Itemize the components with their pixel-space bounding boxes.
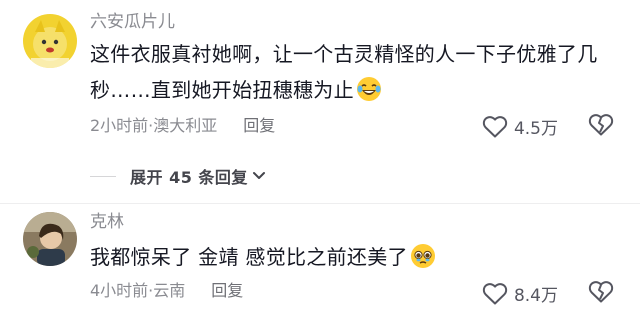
chevron-down-icon	[252, 171, 266, 181]
avatar[interactable]	[23, 14, 77, 68]
expand-replies-button[interactable]: 展开 45 条回复	[90, 164, 266, 188]
broken-heart-icon[interactable]	[588, 113, 614, 137]
comment-text-content: 这件衣服真衬她啊，让一个古灵精怪的人一下子优雅了几秒……直到她开始扭穗穗为止	[90, 42, 598, 102]
heart-outline-icon	[482, 282, 508, 306]
comment-meta: 4小时前·云南 回复	[90, 281, 243, 301]
comment-divider	[0, 203, 640, 204]
comment-text: 我都惊呆了 金靖 感觉比之前还美了	[90, 239, 610, 275]
comment-text: 这件衣服真衬她啊，让一个古灵精怪的人一下子优雅了几秒……直到她开始扭穗穗为止	[90, 36, 610, 108]
heart-outline-icon	[482, 115, 508, 139]
laughing-tears-emoji	[356, 76, 382, 102]
teary-pleading-emoji	[410, 243, 436, 269]
comment-item: 六安瓜片儿 这件衣服真衬她啊，让一个古灵精怪的人一下子优雅了几秒……直到她开始扭…	[0, 0, 640, 150]
like-button[interactable]: 8.4万	[482, 281, 558, 306]
expand-replies-label: 展开 45 条回复	[130, 168, 248, 187]
comment-username[interactable]: 六安瓜片儿	[90, 12, 175, 32]
like-button[interactable]: 4.5万	[482, 114, 558, 139]
reply-button[interactable]: 回复	[211, 281, 243, 301]
reply-button[interactable]: 回复	[243, 116, 275, 136]
comment-meta: 2小时前·澳大利亚 回复	[90, 116, 275, 136]
expand-divider-line	[90, 175, 116, 177]
comment-text-content: 我都惊呆了 金靖 感觉比之前还美了	[90, 245, 408, 269]
comment-item: 克林 我都惊呆了 金靖 感觉比之前还美了 4小时前·云南 回复 8.4万	[0, 206, 640, 319]
broken-heart-icon[interactable]	[588, 280, 614, 304]
comment-time-location: 4小时前·云南	[90, 281, 186, 300]
comment-username[interactable]: 克林	[90, 212, 124, 232]
comment-time-location: 2小时前·澳大利亚	[90, 116, 218, 135]
like-count: 4.5万	[513, 119, 558, 139]
avatar[interactable]	[23, 212, 77, 266]
like-count: 8.4万	[513, 286, 558, 306]
